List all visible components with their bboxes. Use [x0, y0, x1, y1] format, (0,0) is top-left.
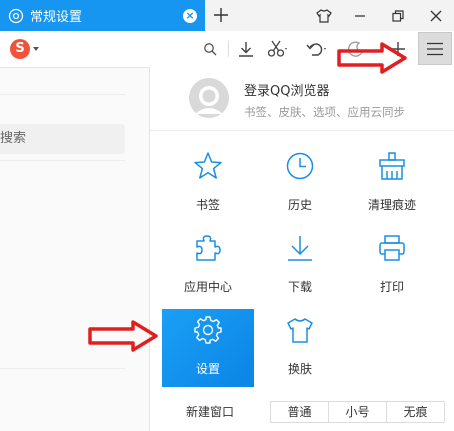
broom-icon [379, 152, 405, 180]
annotation-arrow-menu [337, 42, 407, 74]
menu-item-label: 应用中心 [183, 280, 232, 294]
gear-icon [194, 316, 222, 344]
main-menu-button[interactable] [418, 32, 452, 65]
divider [0, 368, 125, 369]
skin-button[interactable] [306, 0, 342, 31]
search-placeholder: 搜索 [0, 131, 27, 146]
settings-page-background: 搜索 [0, 68, 150, 431]
shirt-icon [287, 318, 313, 343]
menu-item-label: 历史 [287, 198, 312, 212]
mode-normal-button[interactable]: 普通 [271, 402, 328, 422]
minimize-button[interactable] [342, 0, 378, 31]
avatar[interactable] [189, 78, 229, 118]
window-mode-group: 普通 小号 无痕 [270, 401, 445, 423]
scissors-icon [267, 40, 287, 57]
menu-item-clear-traces[interactable]: 清理痕迹 [346, 145, 438, 221]
search-engine-logo[interactable]: S [10, 39, 30, 59]
close-window-button[interactable] [418, 0, 454, 31]
tab-title: 常规设置 [30, 10, 83, 25]
search-icon [204, 43, 217, 56]
annotation-arrow-settings [88, 320, 158, 352]
menu-item-label: 下载 [287, 280, 312, 294]
tab-close-icon[interactable]: × [183, 8, 197, 23]
menu-item-print[interactable]: 打印 [346, 227, 438, 303]
menu-item-skin[interactable]: 换肤 [254, 309, 346, 385]
undo-button[interactable] [303, 35, 331, 63]
divider [0, 94, 125, 95]
user-icon [189, 78, 229, 118]
tshirt-icon [316, 8, 332, 23]
printer-icon [379, 235, 405, 261]
undo-icon [306, 43, 326, 56]
mode-incognito-button[interactable]: 无痕 [386, 402, 444, 422]
puzzle-icon [196, 235, 221, 261]
tab-settings[interactable]: 常规设置 × [0, 0, 205, 31]
menu-item-label: 书签 [195, 198, 220, 212]
new-window-button[interactable]: 新建窗口 [150, 393, 270, 431]
hamburger-menu-icon [427, 42, 443, 55]
menu-item-settings[interactable]: 设置 [162, 309, 254, 387]
chevron-down-icon[interactable] [33, 47, 39, 51]
plus-icon [214, 8, 228, 22]
main-menu-dropdown: 登录QQ浏览器 书签、皮肤、选项、应用云同步 书签 历史 清理痕迹 应用中心 下… [149, 67, 454, 431]
menu-footer: 新建窗口 普通 小号 无痕 [150, 393, 454, 431]
menu-item-history[interactable]: 历史 [254, 145, 346, 221]
settings-tab-icon [8, 8, 24, 24]
menu-item-label: 换肤 [287, 362, 312, 376]
menu-item-label: 设置 [195, 362, 220, 376]
divider [0, 160, 125, 161]
menu-item-app-center[interactable]: 应用中心 [162, 227, 254, 303]
download-icon [288, 236, 312, 261]
close-icon [430, 10, 442, 21]
search-button[interactable] [196, 35, 224, 63]
menu-item-bookmarks[interactable]: 书签 [162, 145, 254, 221]
menu-item-label: 清理痕迹 [367, 198, 416, 212]
mode-small-button[interactable]: 小号 [328, 402, 386, 422]
menu-item-label: 打印 [379, 280, 404, 294]
restore-icon [392, 9, 404, 22]
download-icon [239, 42, 253, 57]
restore-button[interactable] [380, 0, 416, 31]
login-title[interactable]: 登录QQ浏览器 [244, 80, 329, 99]
new-tab-button[interactable] [208, 2, 234, 28]
clock-icon [286, 152, 314, 180]
tab-strip: 常规设置 × [0, 0, 454, 31]
screenshot-button[interactable] [264, 35, 292, 63]
login-panel[interactable]: 登录QQ浏览器 书签、皮肤、选项、应用云同步 [150, 67, 454, 131]
toolbar-divider [228, 41, 229, 57]
login-subtitle: 书签、皮肤、选项、应用云同步 [244, 105, 405, 119]
star-icon [194, 152, 222, 179]
download-button[interactable] [232, 35, 260, 63]
minimize-icon [355, 14, 365, 17]
menu-item-download[interactable]: 下载 [254, 227, 346, 303]
settings-search-input[interactable]: 搜索 [0, 124, 125, 154]
